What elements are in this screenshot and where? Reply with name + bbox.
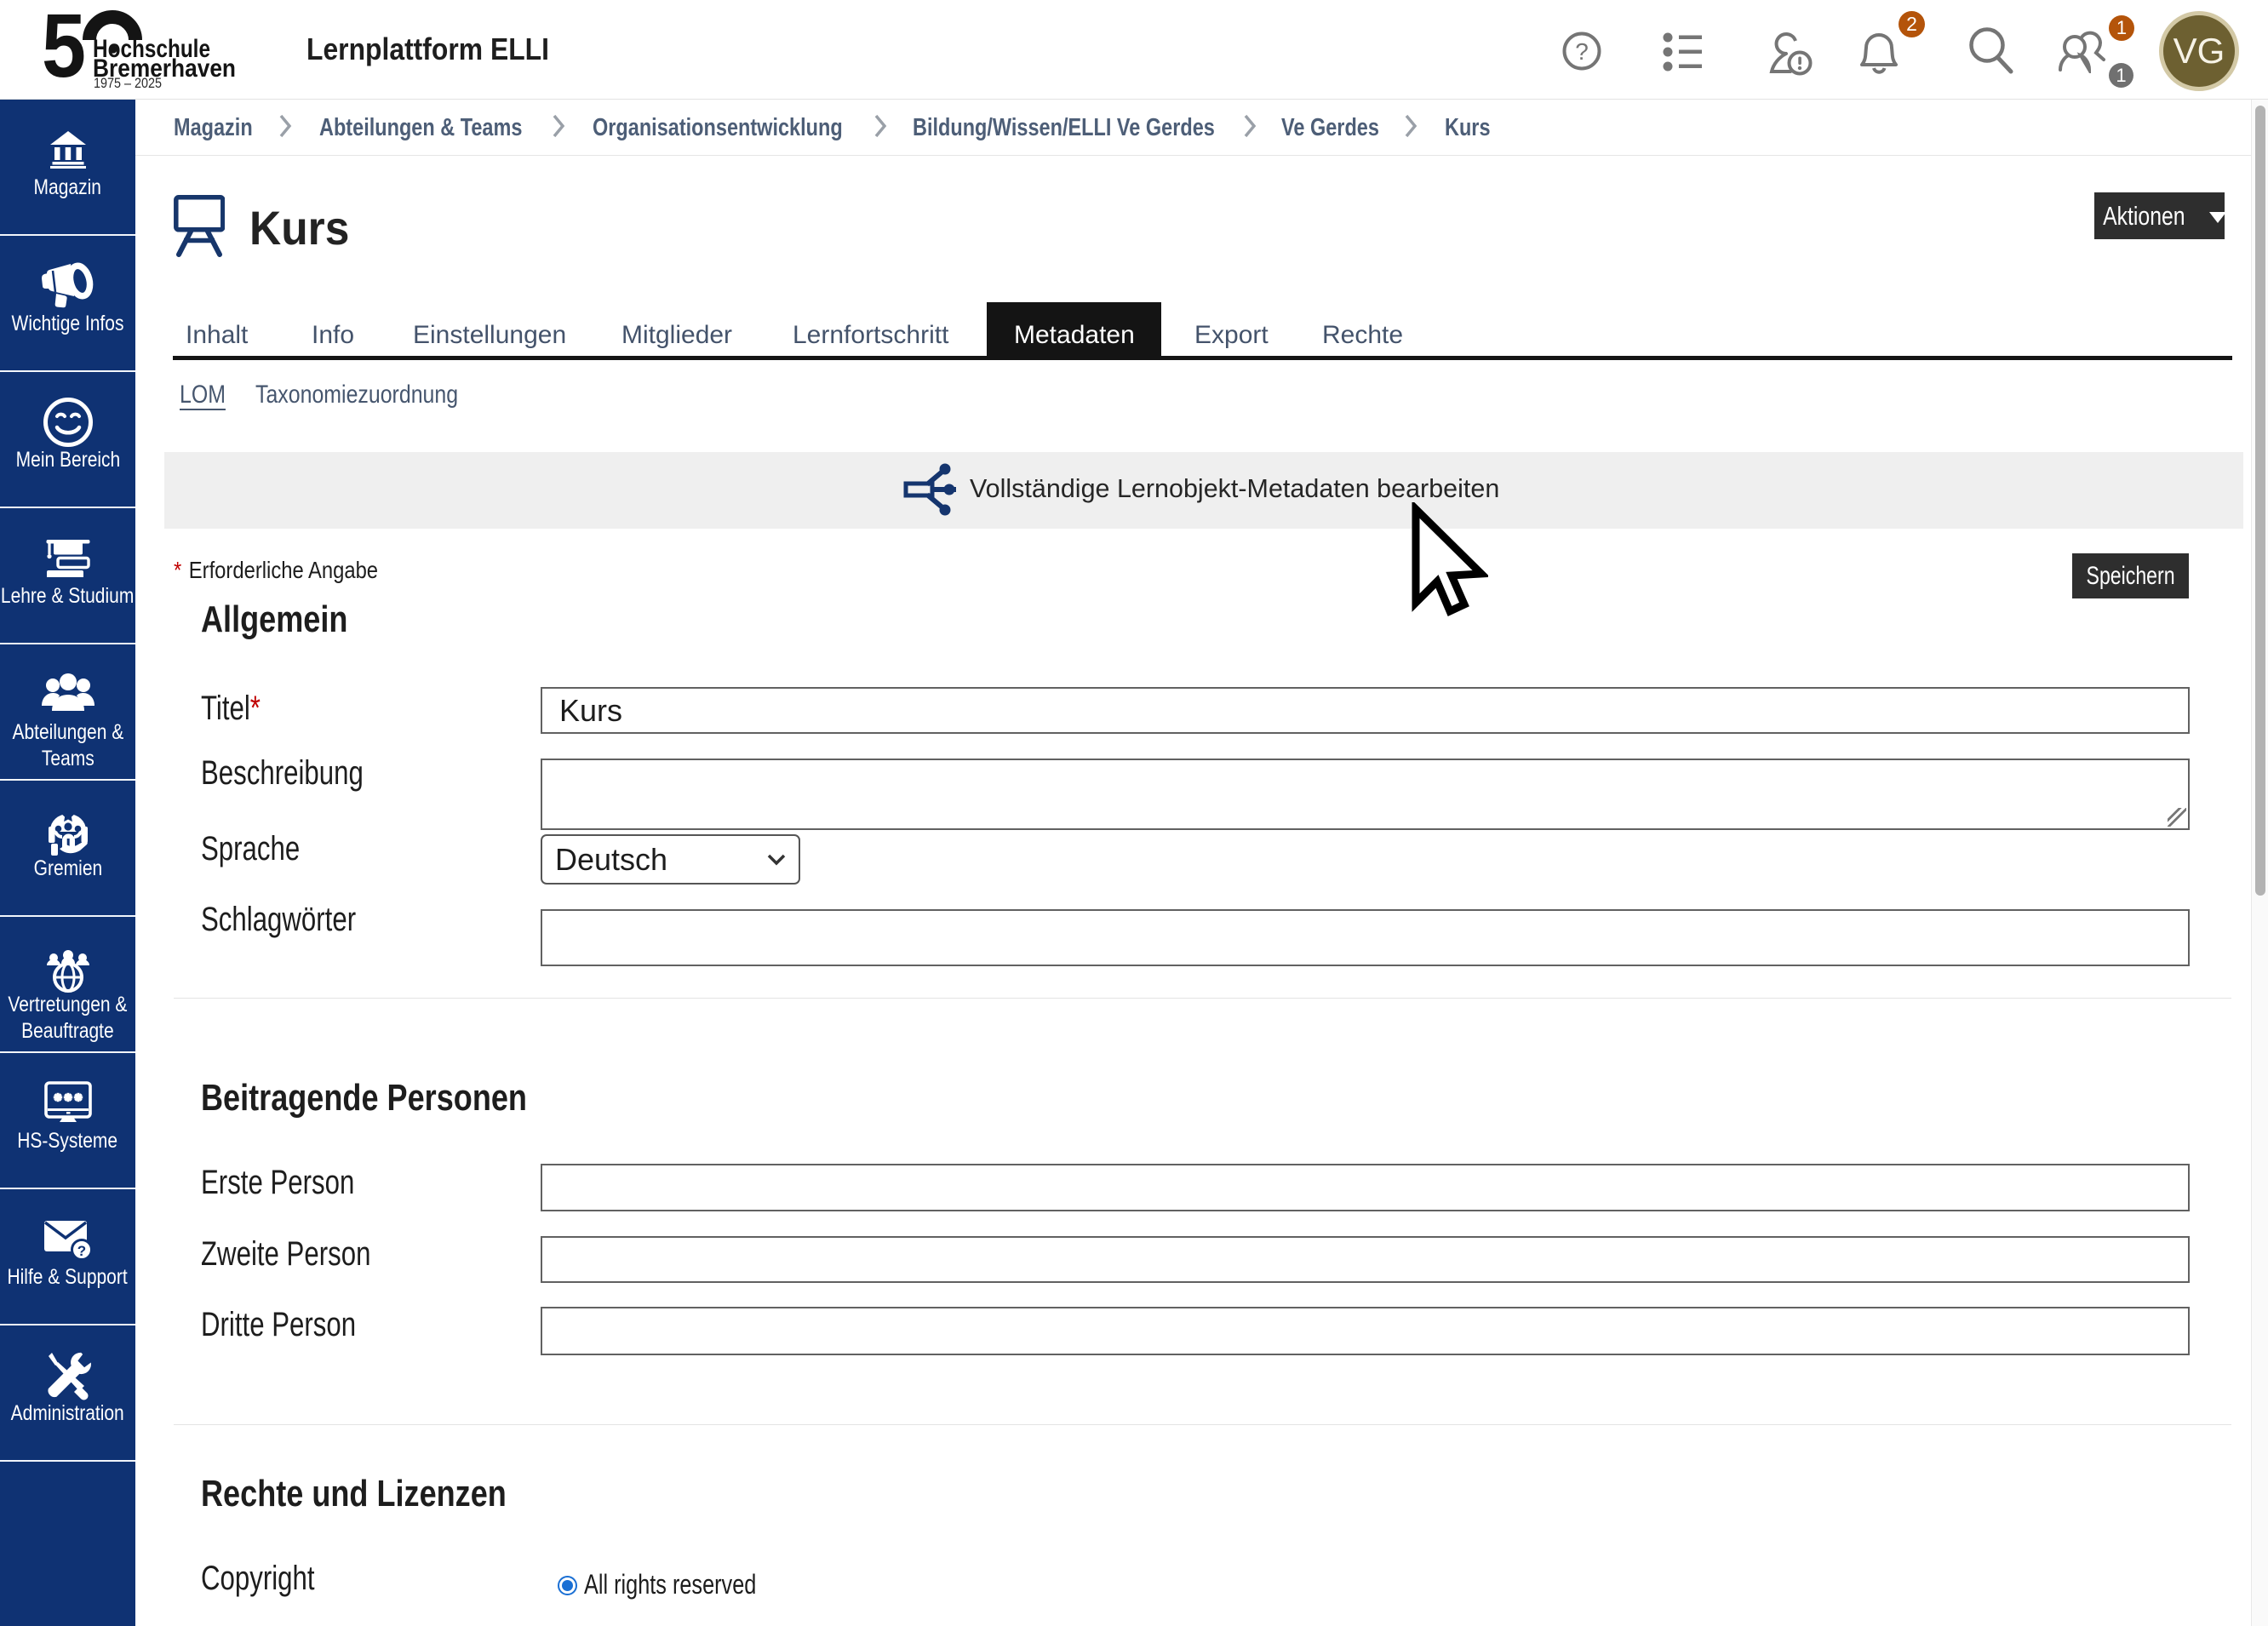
svg-text:5: 5 [42, 0, 86, 94]
svg-text:?: ? [1575, 38, 1589, 65]
svg-text:?: ? [77, 1243, 85, 1259]
svg-text:1975 – 2025: 1975 – 2025 [94, 75, 162, 91]
